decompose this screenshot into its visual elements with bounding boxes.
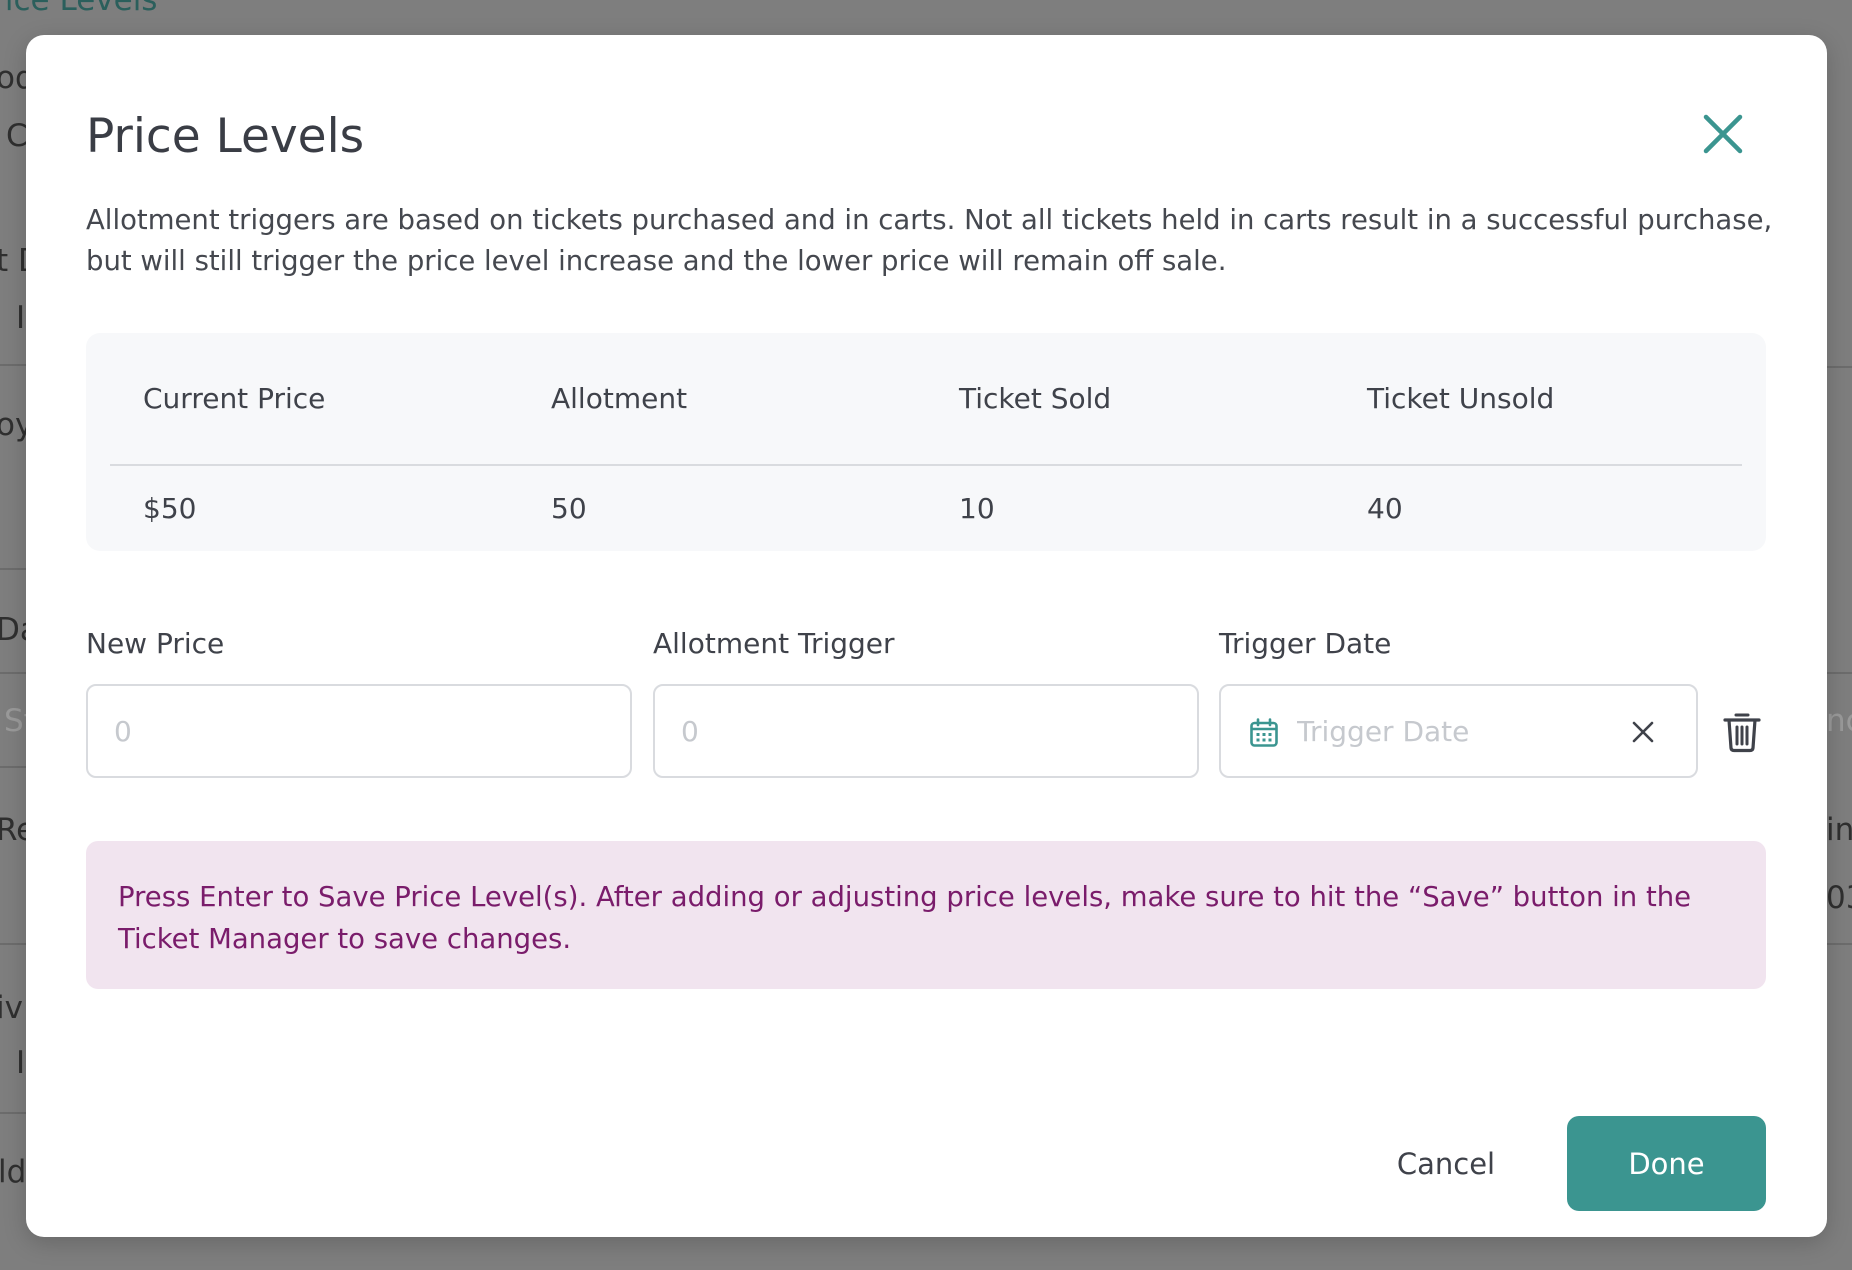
header-current-price: Current Price [143,382,326,415]
allotment-trigger-input[interactable] [681,686,1171,776]
value-current-price: $50 [143,492,197,525]
header-ticket-sold: Ticket Sold [959,382,1112,415]
modal-description: Allotment triggers are based on tickets … [86,204,1773,277]
background-divider [1826,672,1852,674]
background-divider [1826,943,1852,945]
background-divider [0,1112,26,1114]
header-ticket-unsold: Ticket Unsold [1367,382,1555,415]
background-text-fragment: iv [0,990,23,1026]
cancel-button[interactable]: Cancel [1357,1116,1535,1211]
header-allotment: Allotment [551,382,688,415]
background-text-fragment: I [16,1045,26,1081]
background-text-fragment: ind [1826,812,1852,848]
background-divider [0,568,26,570]
trigger-date-label: Trigger Date [1219,627,1392,660]
save-reminder-notice: Press Enter to Save Price Level(s). Afte… [86,841,1766,989]
background-text-fragment: nc [1826,703,1852,739]
close-icon[interactable] [1696,107,1750,161]
summary-value-row: $50 50 10 40 [110,466,1742,551]
background-text-fragment: C [6,118,28,154]
allotment-trigger-label: Allotment Trigger [653,627,895,660]
background-divider [0,943,26,945]
background-divider [1826,366,1852,368]
price-levels-modal: Price Levels Allotment triggers are base… [26,35,1827,1237]
value-ticket-unsold: 40 [1367,492,1403,525]
allotment-trigger-field [653,684,1199,778]
background-page-title: Price Levels [0,0,158,18]
summary-header-row: Current Price Allotment Ticket Sold Tick… [110,333,1742,466]
modal-title: Price Levels [86,109,365,164]
value-allotment: 50 [551,492,587,525]
new-price-label: New Price [86,627,225,660]
new-price-input[interactable] [114,686,604,776]
calendar-icon [1249,718,1279,748]
background-divider [0,672,26,674]
done-button[interactable]: Done [1567,1116,1766,1211]
new-price-field [86,684,632,778]
background-divider [0,364,26,366]
price-summary-table: Current Price Allotment Ticket Sold Tick… [86,333,1766,551]
trigger-date-field [1219,684,1698,778]
value-ticket-sold: 10 [959,492,995,525]
trash-icon[interactable] [1722,711,1762,753]
background-text-fragment: I [16,300,26,336]
background-divider [0,766,26,768]
background-text-fragment: 03 [1826,880,1852,916]
background-text-fragment: ld [0,1154,27,1190]
trigger-date-input[interactable] [1297,686,1597,776]
clear-date-icon[interactable] [1630,719,1656,745]
